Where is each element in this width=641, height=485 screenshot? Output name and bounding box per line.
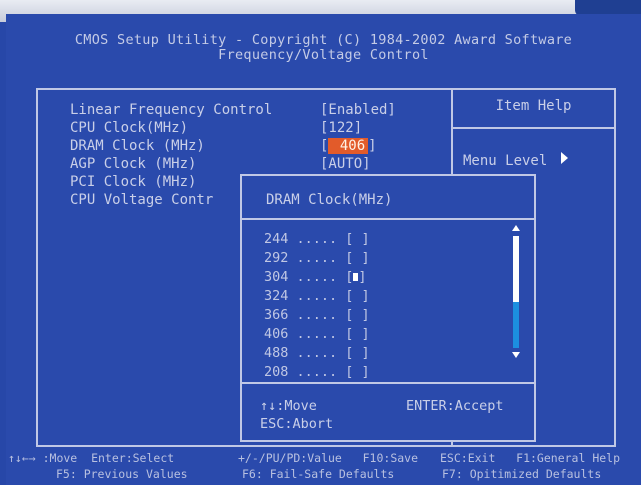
scroll-up-arrow-icon[interactable] [512, 225, 520, 231]
popup-option[interactable]: 406 ..... [ ] [264, 326, 370, 342]
popup-option-selected[interactable]: 304 ..... [] [264, 269, 367, 285]
header-title: CMOS Setup Utility - Copyright (C) 1984-… [74, 32, 573, 48]
scrollbar-thumb[interactable] [513, 302, 519, 348]
popup-option-text: 304 ..... [ [264, 269, 354, 285]
move-hint: ↑↓:Move [260, 398, 317, 414]
footer-optimized-defaults: F7: Opitimized Defaults [442, 467, 602, 481]
setting-label-cpu-clock: CPU Clock(MHz) [70, 120, 189, 136]
scroll-down-arrow-icon[interactable] [512, 352, 520, 358]
footer-move-select: ↑↓←→ :Move Enter:Select [8, 451, 175, 465]
menu-level-label: Menu Level [463, 153, 548, 169]
popup-separator-bottom [242, 382, 534, 384]
footer-previous-values: F5: Previous Values [56, 467, 188, 481]
setting-label-linear-frequency: Linear Frequency Control [70, 102, 273, 118]
accept-hint: ENTER:Accept [406, 398, 504, 414]
setting-label-agp-clock: AGP Clock (MHz) [70, 156, 197, 172]
help-separator [453, 127, 614, 129]
popup-option[interactable]: 292 ..... [ ] [264, 250, 370, 266]
abort-hint: ESC:Abort [260, 416, 334, 432]
setting-value-dram-clock[interactable]: [ 406] [320, 138, 377, 154]
footer-failsafe-defaults: F6: Fail-Safe Defaults [242, 467, 395, 481]
setting-label-dram-clock: DRAM Clock (MHz) [70, 138, 205, 154]
popup-option[interactable]: 324 ..... [ ] [264, 288, 370, 304]
setting-label-cpu-voltage: CPU Voltage Contr [70, 192, 214, 208]
setting-label-pci-clock: PCI Clock (MHz) [70, 174, 197, 190]
popup-option[interactable]: 488 ..... [ ] [264, 345, 370, 361]
header-subtitle: Frequency/Voltage Control [218, 47, 429, 63]
menu-level: Menu Level [463, 152, 569, 169]
popup-separator-top [242, 218, 534, 220]
popup-title: DRAM Clock(MHz) [266, 192, 393, 208]
footer-exit-help: ESC:Exit F1:General Help [440, 451, 621, 465]
setting-value-linear-frequency[interactable]: [Enabled] [320, 102, 396, 118]
selected-value-highlight[interactable]: 406 [328, 138, 369, 154]
popup-option[interactable]: 208 ..... [ ] [264, 364, 370, 380]
item-help-title: Item Help [495, 98, 572, 114]
popup-option[interactable]: 244 ..... [ ] [264, 231, 370, 247]
bios-screen: CMOS Setup Utility - Copyright (C) 1984-… [6, 14, 641, 485]
footer-value-save: +/-/PU/PD:Value F10:Save [238, 451, 419, 465]
popup-option[interactable]: 366 ..... [ ] [264, 307, 370, 323]
dram-clock-popup: DRAM Clock(MHz) 244 ..... [ ] 292 ..... … [240, 174, 536, 442]
setting-value-agp-clock[interactable]: [AUTO] [320, 156, 371, 172]
setting-value-cpu-clock[interactable]: [122] [320, 120, 362, 136]
popup-option-close: ] [358, 269, 367, 285]
bracket-close: ] [368, 138, 377, 154]
arrow-right-icon [561, 152, 569, 164]
